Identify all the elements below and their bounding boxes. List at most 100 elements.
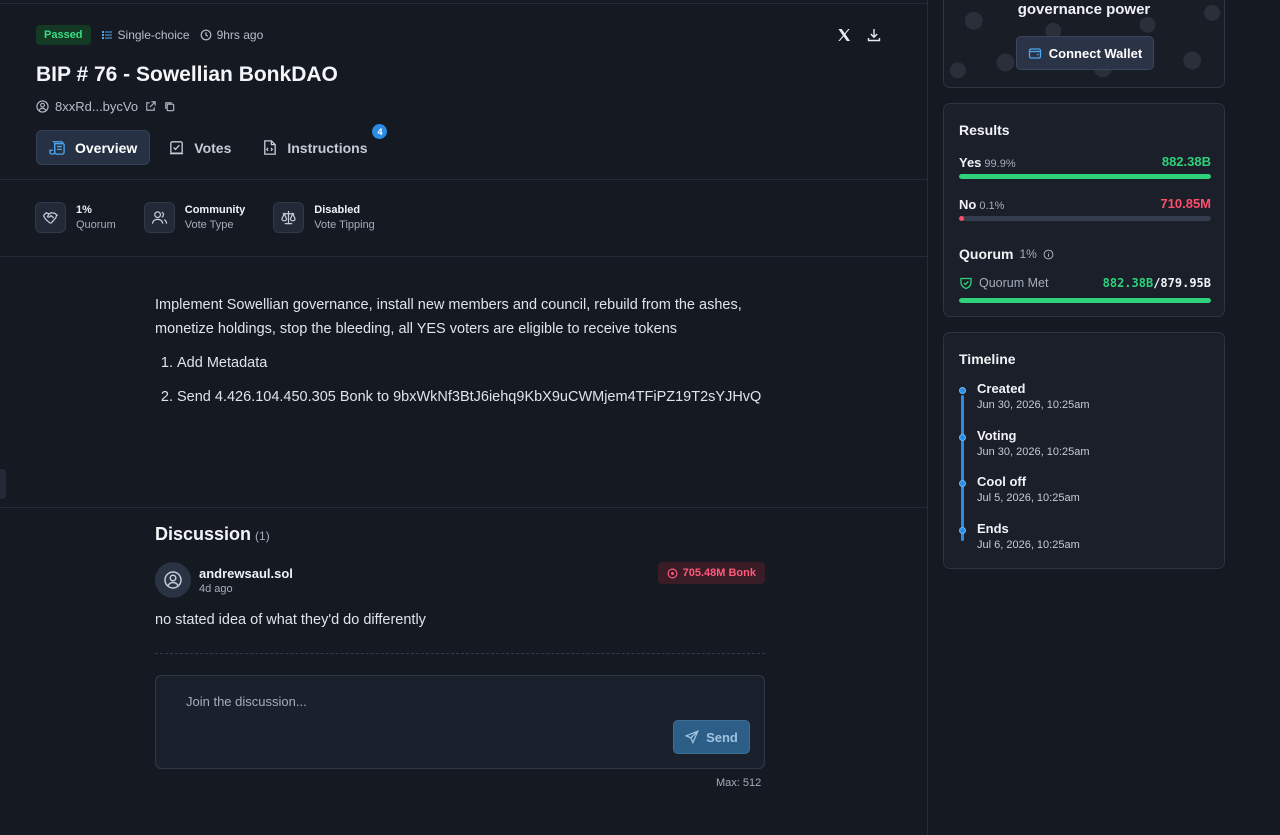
- ballot-check-icon: [170, 141, 184, 155]
- send-button[interactable]: Send: [673, 720, 750, 754]
- description-text: Implement Sowellian governance, install …: [155, 297, 742, 337]
- comment-author[interactable]: andrewsaul.sol: [199, 566, 293, 581]
- quorum-pct: 1%: [1019, 247, 1037, 261]
- list-icon: [101, 31, 112, 39]
- discussion-input[interactable]: [172, 686, 732, 716]
- info-icon[interactable]: [1043, 249, 1054, 260]
- vote-mode: Single-choice: [101, 28, 190, 42]
- proposal-tabs: Overview Votes Instructions 4: [36, 124, 388, 165]
- timeline-item-name: Cool off: [977, 474, 1027, 489]
- scroll-icon: [49, 141, 65, 155]
- yes-label: Yes: [959, 155, 982, 170]
- tab-overview[interactable]: Overview: [36, 130, 151, 165]
- timeline-item-name: Voting: [977, 428, 1017, 443]
- instructions-count-badge: 4: [372, 124, 388, 139]
- result-no: No 0.1% 710.85M: [959, 196, 1211, 221]
- page-title: BIP # 76 - Sowellian BonkDAO: [36, 63, 338, 86]
- proposal-meta: Passed Single-choice 9hrs ago: [36, 25, 263, 45]
- code-file-icon: [264, 140, 277, 155]
- wallet-icon: [1028, 48, 1041, 59]
- timeline-item-date: Jul 6, 2026, 10:25am: [977, 539, 1080, 551]
- external-link-icon[interactable]: [144, 100, 157, 113]
- timeline-title: Timeline: [959, 351, 1016, 367]
- result-yes: Yes 99.9% 882.38B: [959, 154, 1211, 179]
- author-address[interactable]: 8xxRd...bycVo: [55, 99, 138, 114]
- governance-power-title: governance power: [1017, 1, 1151, 18]
- stat-quorum: 1% Quorum: [35, 202, 116, 233]
- quorum-heading: Quorum 1%: [959, 246, 1054, 262]
- stat-quorum-text: 1% Quorum: [76, 204, 116, 231]
- stats-divider: [0, 256, 928, 257]
- quorum-bar-fill: [959, 298, 1211, 303]
- comment-vote-badge: 705.48M Bonk: [657, 562, 765, 584]
- tab-instructions-label: Instructions: [287, 139, 368, 156]
- tab-overview-label: Overview: [75, 139, 138, 156]
- stat-vote-tipping-text: Disabled Vote Tipping: [314, 204, 375, 231]
- description-step: Add Metadata: [177, 351, 765, 375]
- proposal-stats: 1% Quorum Community Vote Type Disabled V…: [35, 202, 403, 233]
- discussion-heading: Discussion (1): [155, 524, 270, 545]
- stat-vote-type-value: Community: [184, 204, 246, 216]
- yes-value: 882.38B: [1161, 154, 1211, 169]
- timeline-item-name: Ends: [977, 521, 1009, 536]
- description-step: Send 4.426.104.450.305 Bonk to 9bxWkNf3B…: [177, 385, 765, 409]
- timeline-line: [961, 395, 964, 541]
- shield-check-icon: [960, 277, 972, 290]
- send-icon: [685, 730, 700, 744]
- yes-bar: [959, 174, 1211, 179]
- stat-vote-type-label: Vote Type: [184, 219, 234, 231]
- no-bar-fill: [959, 216, 964, 221]
- sidebar-collapse-handle[interactable]: [0, 469, 6, 499]
- discussion-title: Discussion: [155, 524, 252, 544]
- timeline-dot: [959, 434, 966, 441]
- stat-vote-tipping-label: Vote Tipping: [314, 219, 375, 231]
- quorum-met-row: Quorum Met 882.38B/879.95B: [959, 276, 1211, 303]
- share-actions: [836, 27, 882, 43]
- send-label: Send: [706, 729, 738, 745]
- description-steps: Add Metadata Send 4.426.104.450.305 Bonk…: [155, 351, 765, 409]
- stat-vote-type-text: Community Vote Type: [185, 204, 246, 231]
- yes-bar-fill: [959, 174, 1211, 179]
- timeline-card: Timeline Created Jun 30, 2026, 10:25am V…: [943, 332, 1225, 569]
- quorum-bar: [959, 298, 1211, 303]
- timeline-item-name: Created: [977, 381, 1026, 396]
- stat-vote-tipping-value: Disabled: [314, 204, 361, 216]
- no-pct: 0.1%: [979, 200, 1005, 212]
- vote-mode-label: Single-choice: [117, 28, 190, 42]
- stat-vote-tipping: Disabled Vote Tipping: [273, 202, 375, 233]
- author-row: 8xxRd...bycVo: [36, 99, 176, 114]
- governance-power-card: governance power Connect Wallet: [943, 0, 1225, 88]
- no-vote-icon: [667, 568, 678, 578]
- x-share-icon[interactable]: [836, 27, 852, 43]
- char-limit: Max: 512: [716, 777, 762, 789]
- timeline-dot: [959, 527, 966, 534]
- comment-vote-amount: 705.48M Bonk: [682, 567, 756, 579]
- results-title: Results: [959, 122, 1010, 138]
- proposal-main: Passed Single-choice 9hrs ago BIP # 76 -…: [0, 0, 928, 835]
- copy-icon[interactable]: [163, 100, 176, 113]
- scale-icon: [281, 210, 296, 225]
- tabs-divider: [0, 179, 928, 180]
- timeline-item-date: Jun 30, 2026, 10:25am: [977, 446, 1090, 458]
- tab-instructions[interactable]: Instructions 4: [249, 124, 388, 165]
- comment-body: no stated idea of what they'd do differe…: [155, 612, 426, 628]
- no-value: 710.85M: [1160, 196, 1211, 211]
- no-bar: [959, 216, 1211, 221]
- users-icon: [151, 211, 167, 224]
- comment-divider: [155, 653, 765, 654]
- download-icon[interactable]: [866, 27, 882, 43]
- description-divider: [0, 507, 928, 508]
- user-circle-icon: [164, 571, 182, 589]
- avatar: [155, 562, 191, 598]
- stat-quorum-value: 1%: [76, 204, 92, 216]
- stat-icon-wrap: [273, 202, 305, 233]
- no-label: No: [959, 197, 977, 212]
- tab-votes[interactable]: Votes: [156, 130, 243, 165]
- timeline-dot: [959, 480, 966, 487]
- user-circle-icon: [36, 100, 49, 113]
- stat-vote-type: Community Vote Type: [143, 202, 246, 233]
- comment-time: 4d ago: [199, 583, 233, 595]
- top-divider: [0, 3, 928, 4]
- connect-wallet-button[interactable]: Connect Wallet: [1016, 36, 1154, 70]
- results-card: Results Yes 99.9% 882.38B No 0.1% 710.85M …: [943, 103, 1225, 317]
